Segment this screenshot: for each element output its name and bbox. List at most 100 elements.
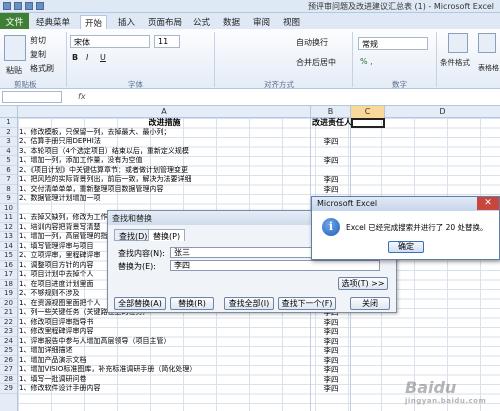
table-row[interactable]: 1、增加产品演示文档 李四: [18, 356, 400, 366]
measure-cell[interactable]: 3、本轮项目（4个选定项目）结束以后，重新定义规模: [18, 147, 311, 157]
row-header[interactable]: 14: [0, 242, 17, 251]
owner-cell[interactable]: 李四: [311, 185, 351, 195]
table-row[interactable]: 1、增加一列，添加工作量，没有为空值 李四: [18, 156, 400, 166]
row-header[interactable]: 13: [0, 232, 17, 242]
font-name-select[interactable]: 宋体: [70, 35, 150, 48]
row-header[interactable]: 18: [0, 280, 17, 289]
row-header[interactable]: 29: [0, 384, 17, 394]
table-row[interactable]: 1、填写一批调研问卷 李四: [18, 375, 400, 385]
measure-cell[interactable]: 1、修改模板，只保留一列，去掉最大、最小列；: [18, 128, 311, 138]
redo-icon[interactable]: [36, 2, 44, 10]
tab-review[interactable]: 审阅: [249, 15, 274, 29]
table-header-row[interactable]: 改进措施 改进责任人: [18, 118, 353, 128]
conditional-format-icon[interactable]: [448, 33, 468, 53]
row-header[interactable]: 1: [0, 118, 17, 128]
font-size-select[interactable]: 11: [154, 35, 180, 48]
measure-cell[interactable]: 1、填写一批调研问卷: [18, 375, 311, 385]
measure-cell[interactable]: 1、交付清单单单，重新整理项目数据管理内容: [18, 185, 311, 195]
owner-cell[interactable]: 李四: [311, 337, 351, 347]
measure-cell[interactable]: 1、增加一列，添加工作量，没有为空值: [18, 156, 311, 166]
measure-cell[interactable]: 2、估算手册只用DEPHI法: [18, 137, 311, 147]
table-row[interactable]: 1、修改项目评审指导书 李四: [18, 318, 400, 328]
measure-cell[interactable]: 1、增加VISIO标准图库，补充标准调研手册（简化处理）: [18, 365, 311, 375]
owner-cell[interactable]: 李四: [311, 137, 351, 147]
table-row[interactable]: 1、把风险的实际背景列出，前后一致，解决为法要详细 李四: [18, 175, 400, 185]
tab-find[interactable]: 查找(D): [114, 229, 153, 241]
file-tab[interactable]: 文件: [0, 13, 29, 29]
measure-cell[interactable]: 2、数据管理计划增加一项: [18, 194, 311, 204]
format-painter-button[interactable]: 格式刷: [30, 63, 54, 74]
table-format-icon[interactable]: [478, 33, 496, 53]
measure-cell[interactable]: 2、《项目计划》中关键估算章节：或者做计划管理变更: [18, 166, 311, 176]
table-row[interactable]: 1、增加详细描述 李四: [18, 346, 400, 356]
ok-button[interactable]: 确定: [388, 241, 424, 253]
cut-button[interactable]: 剪切: [30, 35, 46, 46]
currency-button[interactable]: % ,: [360, 57, 373, 66]
bold-button[interactable]: B: [72, 53, 78, 62]
table-row[interactable]: 1、修改模板，只保留一列，去掉最大、最小列；: [18, 128, 400, 138]
tab-page-layout[interactable]: 页面布局: [144, 15, 186, 29]
table-format-button[interactable]: 表格格: [478, 63, 499, 73]
tab-replace[interactable]: 替换(P): [148, 229, 186, 241]
row-header[interactable]: 16: [0, 261, 17, 270]
row-header[interactable]: 7: [0, 175, 17, 185]
find-next-button[interactable]: 查找下一个(F): [278, 297, 336, 310]
row-header[interactable]: 27: [0, 365, 17, 375]
table-row[interactable]: 1、增加VISIO标准图库，补充标准调研手册（简化处理） 李四: [18, 365, 400, 375]
italic-button[interactable]: I: [86, 53, 88, 62]
row-header[interactable]: 12: [0, 223, 17, 232]
fx-label[interactable]: fx: [78, 92, 86, 101]
column-header-a[interactable]: A: [18, 106, 311, 118]
owner-cell[interactable]: 李四: [311, 356, 351, 366]
owner-cell[interactable]: 李四: [311, 365, 351, 375]
table-row[interactable]: 2、估算手册只用DEPHI法 李四: [18, 137, 400, 147]
owner-cell[interactable]: 李四: [311, 346, 351, 356]
row-header[interactable]: 9: [0, 194, 17, 204]
tab-insert[interactable]: 插入: [114, 15, 139, 29]
owner-cell[interactable]: 李四: [311, 327, 351, 337]
column-header-d[interactable]: D: [385, 106, 500, 118]
replace-with-input[interactable]: 李四: [170, 260, 380, 271]
measure-cell[interactable]: 1、增加详细描述: [18, 346, 311, 356]
wrap-text-button[interactable]: 自动换行: [296, 37, 328, 48]
row-header[interactable]: 21: [0, 308, 17, 318]
row-header[interactable]: 22: [0, 318, 17, 327]
tab-home[interactable]: 开始: [80, 15, 108, 29]
number-format-select[interactable]: 常规: [358, 37, 428, 50]
tab-formulas[interactable]: 公式: [189, 15, 214, 29]
header-cell-measures[interactable]: 改进措施: [18, 118, 311, 128]
table-row[interactable]: 3、本轮项目（4个选定项目）结束以后，重新定义规模: [18, 147, 400, 157]
name-box[interactable]: [2, 91, 62, 103]
owner-cell[interactable]: 李四: [311, 175, 351, 185]
row-header[interactable]: 5: [0, 156, 17, 166]
row-header[interactable]: 25: [0, 346, 17, 356]
find-all-button[interactable]: 查找全部(I): [224, 297, 274, 310]
row-header[interactable]: 28: [0, 375, 17, 384]
table-row[interactable]: 1、修改里程碑评审内容 李四: [18, 327, 400, 337]
close-button[interactable]: 关闭: [350, 297, 390, 310]
tab-view[interactable]: 视图: [279, 15, 304, 29]
table-row[interactable]: 2、《项目计划》中关键估算章节：或者做计划管理变更: [18, 166, 400, 176]
measure-cell[interactable]: 1、修改软件设计手册内容: [18, 384, 311, 394]
undo-icon[interactable]: [25, 2, 33, 10]
options-button[interactable]: 选项(T) >>: [338, 277, 388, 290]
measure-cell[interactable]: 1、评审报告中参与人增加高层领导（项目主管）: [18, 337, 311, 347]
measure-cell[interactable]: 1、修改项目评审指导书: [18, 318, 311, 328]
row-header[interactable]: 8: [0, 185, 17, 194]
measure-cell[interactable]: 1、增加产品演示文档: [18, 356, 311, 366]
row-header[interactable]: 23: [0, 327, 17, 337]
row-header[interactable]: 11: [0, 213, 17, 223]
select-all-corner[interactable]: [0, 106, 18, 118]
merge-center-button[interactable]: 合并后居中: [296, 57, 336, 68]
row-header[interactable]: 6: [0, 166, 17, 175]
measure-cell[interactable]: 1、把风险的实际背景列出，前后一致，解决为法要详细: [18, 175, 311, 185]
row-header[interactable]: 4: [0, 147, 17, 156]
row-header[interactable]: 26: [0, 356, 17, 365]
replace-all-button[interactable]: 全部替换(A): [114, 297, 166, 310]
tab-data[interactable]: 数据: [219, 15, 244, 29]
paste-label[interactable]: 粘贴: [6, 65, 22, 76]
table-row[interactable]: 1、交付清单单单，重新整理项目数据管理内容 李四: [18, 185, 400, 195]
save-icon[interactable]: [14, 2, 22, 10]
owner-cell[interactable]: 李四: [311, 375, 351, 385]
table-row[interactable]: 1、修改软件设计手册内容 李四: [18, 384, 400, 394]
